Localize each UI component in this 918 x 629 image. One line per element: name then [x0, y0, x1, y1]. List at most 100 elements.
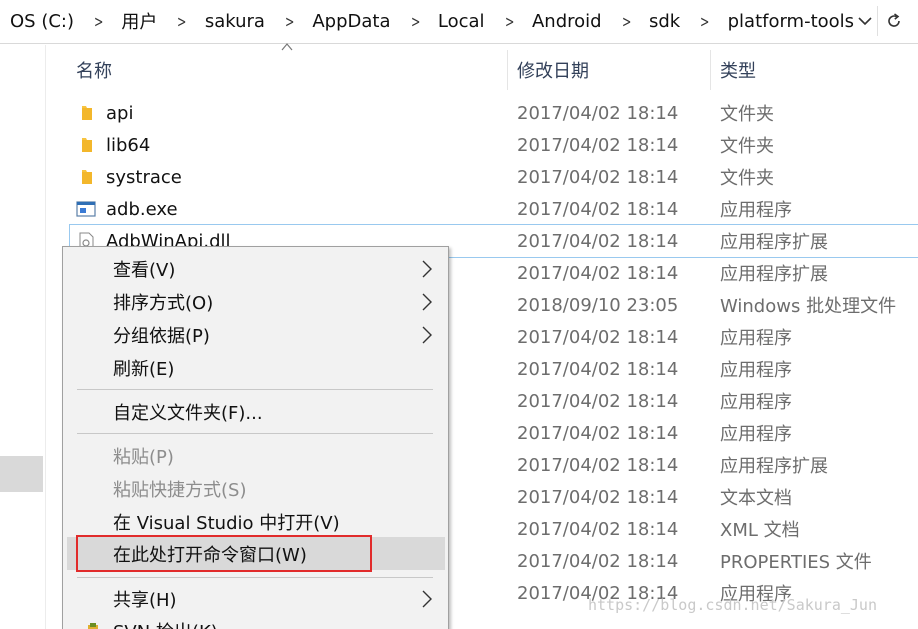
- menu-item-label: 刷新(E): [113, 358, 175, 380]
- column-header-date[interactable]: 修改日期: [517, 50, 707, 90]
- menu-item-label: 粘贴(P): [113, 446, 174, 468]
- file-type: 应用程序: [720, 392, 792, 413]
- menu-item-label: 在 Visual Studio 中打开(V): [113, 512, 340, 534]
- menu-separator: [77, 577, 433, 578]
- file-date: 2017/04/02 18:14: [517, 486, 679, 508]
- menu-item-label: 粘贴快捷方式(S): [113, 479, 247, 501]
- menu-item-customize-folder[interactable]: 自定义文件夹(F)...: [63, 395, 448, 428]
- column-divider[interactable]: [710, 50, 711, 90]
- menu-item-label: 排序方式(O): [113, 292, 214, 314]
- highlight-annotation-box: [76, 535, 372, 572]
- file-row[interactable]: adb.exe 2017/04/02 18:14 应用程序: [70, 193, 918, 225]
- navigation-pane[interactable]: [0, 45, 46, 629]
- breadcrumb-drive[interactable]: OS (C:): [8, 11, 76, 32]
- file-row[interactable]: systrace 2017/04/02 18:14 文件夹: [70, 161, 918, 193]
- chevron-right-icon: [422, 326, 432, 344]
- file-date: 2017/04/02 18:14: [517, 550, 679, 572]
- menu-item-sort-by[interactable]: 排序方式(O): [63, 285, 448, 318]
- file-type: 应用程序扩展: [720, 456, 828, 477]
- chevron-right-icon: [422, 293, 432, 311]
- address-history-dropdown[interactable]: [853, 6, 877, 36]
- file-type: PROPERTIES 文件: [720, 552, 872, 573]
- file-date: 2017/04/02 18:14: [517, 166, 679, 188]
- breadcrumb-appdata[interactable]: AppData: [310, 11, 392, 32]
- file-date: 2017/04/02 18:14: [517, 230, 679, 252]
- menu-item-label: 分组依据(P): [113, 325, 210, 347]
- refresh-icon: [887, 13, 900, 27]
- breadcrumb-user[interactable]: sakura: [203, 11, 267, 32]
- chevron-right-icon[interactable]: >: [622, 12, 631, 31]
- file-row[interactable]: lib64 2017/04/02 18:14 文件夹: [70, 129, 918, 161]
- refresh-button[interactable]: [877, 6, 909, 36]
- file-date: 2017/04/02 18:14: [517, 326, 679, 348]
- navigation-pane-selected-item[interactable]: [0, 456, 43, 492]
- exe-icon: [76, 201, 96, 217]
- chevron-right-icon[interactable]: >: [177, 12, 186, 31]
- folder-icon: [82, 106, 92, 120]
- breadcrumb-android[interactable]: Android: [530, 11, 604, 32]
- menu-separator: [77, 433, 433, 434]
- menu-item-label: 共享(H): [113, 589, 177, 611]
- menu-item-label: 查看(V): [113, 259, 176, 281]
- chevron-right-icon[interactable]: >: [285, 12, 294, 31]
- file-row[interactable]: api 2017/04/02 18:14 文件夹: [70, 97, 918, 129]
- watermark: https://blog.csdn.net/Sakura_Jun: [588, 596, 877, 614]
- file-date: 2017/04/02 18:14: [517, 134, 679, 156]
- menu-item-svn-checkout[interactable]: SVN 检出(K)...: [63, 614, 448, 629]
- file-type: Windows 批处理文件: [720, 296, 897, 317]
- menu-item-label: SVN 检出(K)...: [113, 618, 235, 629]
- menu-item-label: 自定义文件夹(F)...: [113, 402, 263, 424]
- file-date: 2017/04/02 18:14: [517, 454, 679, 476]
- file-date: 2017/04/02 18:14: [517, 422, 679, 444]
- menu-item-view[interactable]: 查看(V): [63, 252, 448, 285]
- breadcrumb-users[interactable]: 用户: [119, 8, 159, 34]
- column-divider[interactable]: [507, 50, 508, 90]
- file-date: 2017/04/02 18:14: [517, 262, 679, 284]
- address-bar[interactable]: OS (C:) > 用户 > sakura > AppData > Local …: [0, 0, 918, 44]
- chevron-right-icon[interactable]: >: [411, 12, 420, 31]
- menu-item-share[interactable]: 共享(H): [63, 582, 448, 615]
- file-date: 2017/04/02 18:14: [517, 358, 679, 380]
- file-type: 应用程序: [720, 360, 792, 381]
- file-name: api: [106, 102, 134, 124]
- file-type: 文件夹: [720, 168, 774, 189]
- file-type: XML 文档: [720, 520, 800, 541]
- column-header-type[interactable]: 类型: [720, 50, 910, 90]
- chevron-right-icon: [422, 260, 432, 278]
- file-type: 应用程序扩展: [720, 264, 828, 285]
- menu-item-paste-shortcut[interactable]: 粘贴快捷方式(S): [63, 472, 448, 505]
- file-name: systrace: [106, 166, 182, 188]
- file-type: 文本文档: [720, 488, 792, 509]
- breadcrumb-sdk[interactable]: sdk: [647, 11, 682, 32]
- file-date: 2017/04/02 18:14: [517, 390, 679, 412]
- menu-item-open-in-visual-studio[interactable]: 在 Visual Studio 中打开(V): [63, 505, 448, 538]
- file-type: 应用程序扩展: [720, 232, 828, 253]
- file-type: 应用程序: [720, 424, 792, 445]
- menu-item-paste[interactable]: 粘贴(P): [63, 439, 448, 472]
- chevron-right-icon[interactable]: >: [94, 12, 103, 31]
- svn-icon: [88, 623, 98, 629]
- file-date: 2017/04/02 18:14: [517, 518, 679, 540]
- menu-item-group-by[interactable]: 分组依据(P): [63, 318, 448, 351]
- file-date: 2018/09/10 23:05: [517, 294, 679, 316]
- file-type: 应用程序: [720, 328, 792, 349]
- chevron-right-icon[interactable]: >: [700, 12, 709, 31]
- file-date: 2017/04/02 18:14: [517, 102, 679, 124]
- chevron-right-icon: [422, 590, 432, 608]
- folder-icon: [82, 138, 92, 152]
- chevron-down-icon: [858, 17, 872, 26]
- breadcrumb-platform-tools[interactable]: platform-tools: [726, 11, 856, 32]
- chevron-right-icon[interactable]: >: [505, 12, 514, 31]
- file-date: 2017/04/02 18:14: [517, 198, 679, 220]
- column-header-name[interactable]: 名称: [76, 50, 506, 90]
- file-type: 文件夹: [720, 136, 774, 157]
- file-type: 应用程序: [720, 200, 792, 221]
- breadcrumb: OS (C:) > 用户 > sakura > AppData > Local …: [8, 8, 856, 34]
- folder-icon: [82, 170, 92, 184]
- file-type: 文件夹: [720, 104, 774, 125]
- menu-separator: [77, 389, 433, 390]
- menu-item-refresh[interactable]: 刷新(E): [63, 351, 448, 384]
- breadcrumb-local[interactable]: Local: [436, 11, 487, 32]
- file-name: adb.exe: [106, 198, 178, 220]
- file-name: lib64: [106, 134, 151, 156]
